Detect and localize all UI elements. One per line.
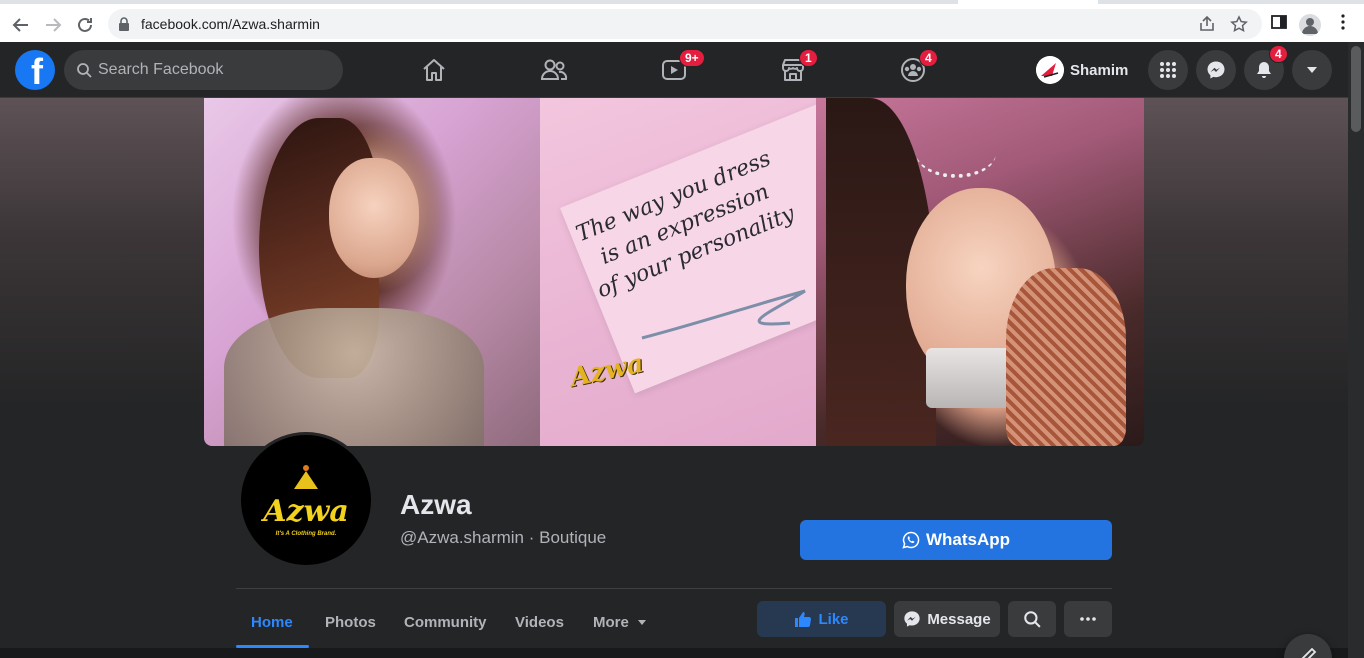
messenger-icon [904, 611, 920, 627]
thumbs-up-icon [795, 612, 812, 628]
search-box[interactable] [64, 50, 343, 90]
share-icon[interactable] [1198, 15, 1216, 33]
like-button[interactable]: Like [757, 601, 886, 637]
profile-shortcut[interactable]: Shamim [1036, 52, 1128, 88]
whatsapp-icon [902, 531, 920, 549]
cover-model-left [204, 98, 540, 446]
caret-down-icon [1307, 67, 1317, 73]
page-scrollbar[interactable] [1348, 42, 1364, 658]
scrollbar-thumb[interactable] [1351, 46, 1361, 132]
address-url: facebook.com/Azwa.sharmin [141, 16, 320, 32]
browser-profile-avatar[interactable] [1299, 14, 1321, 36]
cover-hand-mehndi [1006, 268, 1126, 446]
whatsapp-button[interactable]: WhatsApp [800, 520, 1112, 560]
avatar-logo-text: Azwa [263, 493, 349, 529]
tab-photos[interactable]: Photos [325, 600, 376, 644]
page-title: Azwa [400, 489, 472, 520]
nav-friends[interactable] [524, 42, 584, 98]
cover-photo[interactable]: The way you dress is an expression of yo… [204, 98, 1144, 446]
kebab-menu-icon[interactable] [1334, 13, 1352, 31]
facebook-logo[interactable]: f [15, 50, 55, 90]
search-input[interactable] [98, 50, 328, 90]
arrow-right-icon [46, 18, 62, 32]
tab-community[interactable]: Community [404, 600, 487, 644]
address-bar[interactable]: facebook.com/Azwa.sharmin [108, 9, 1262, 39]
tab-home[interactable]: Home [251, 600, 293, 644]
back-button[interactable] [9, 13, 33, 37]
message-button[interactable]: Message [894, 601, 1000, 637]
whatsapp-label: WhatsApp [925, 530, 1011, 549]
content-area-edge [0, 648, 1348, 658]
friends-icon [540, 59, 568, 80]
tab-strip [0, 0, 1364, 4]
bell-icon [1257, 62, 1271, 78]
cover-dress-left [224, 308, 484, 446]
like-label: Like [818, 610, 849, 628]
messenger-icon [1207, 61, 1225, 79]
messenger-button[interactable] [1196, 50, 1236, 90]
cover-jewelry [916, 128, 996, 178]
notifications-badge: 4 [1269, 45, 1288, 63]
dress-figure-icon [294, 464, 318, 489]
arrow-left-icon [12, 18, 28, 32]
cover-quote-panel: The way you dress is an expression of yo… [540, 98, 941, 446]
page-search-button[interactable] [1008, 601, 1056, 637]
compose-edit-icon [1301, 647, 1317, 658]
ellipsis-icon [1080, 617, 1096, 621]
search-icon [77, 63, 92, 78]
reload-button[interactable] [73, 13, 97, 37]
page-profile-picture[interactable]: Azwa It's A Clothing Brand. [238, 432, 374, 568]
facebook-header: f 9+ 1 4 Shamim 4 [0, 42, 1348, 98]
watch-badge: 9+ [679, 49, 705, 67]
page-handle: @Azwa.sharmin · Boutique [400, 528, 607, 547]
bookmark-star-icon[interactable] [1230, 15, 1248, 33]
nav-watch[interactable]: 9+ [644, 42, 705, 98]
side-panel-icon[interactable] [1270, 13, 1288, 31]
menu-button[interactable] [1148, 50, 1188, 90]
reload-icon [78, 17, 92, 32]
search-icon [1024, 611, 1041, 628]
cover-face-left [329, 158, 419, 278]
groups-badge: 4 [919, 49, 938, 67]
notifications-button[interactable]: 4 [1244, 45, 1288, 90]
header-divider [236, 588, 1112, 589]
active-tab[interactable] [958, 0, 1098, 4]
facebook-f-icon: f [31, 51, 43, 90]
person-icon [1302, 18, 1318, 34]
user-name: Shamim [1070, 61, 1129, 79]
browser-toolbar: facebook.com/Azwa.sharmin [0, 0, 1364, 42]
tab-more-label: More [593, 613, 629, 631]
user-avatar [1036, 56, 1064, 84]
more-options-button[interactable] [1064, 601, 1112, 637]
avatar-tagline: It's A Clothing Brand. [275, 530, 337, 537]
message-label: Message [927, 610, 991, 628]
nav-groups[interactable]: 4 [883, 42, 943, 98]
nav-marketplace[interactable]: 1 [763, 42, 823, 98]
cover-model-right [816, 98, 1144, 446]
tab-more[interactable]: More [593, 600, 647, 644]
forward-button[interactable] [41, 13, 65, 37]
caret-down-icon [637, 620, 646, 625]
avatar-logo-icon [1036, 56, 1064, 84]
grid-menu-icon [1160, 62, 1176, 78]
brush-stroke-decoration [641, 289, 806, 340]
nav-home[interactable] [404, 42, 464, 98]
lock-icon [119, 17, 129, 31]
marketplace-badge: 1 [799, 49, 818, 67]
home-icon [423, 59, 445, 81]
tab-videos[interactable]: Videos [515, 600, 564, 644]
account-button[interactable] [1292, 50, 1332, 90]
